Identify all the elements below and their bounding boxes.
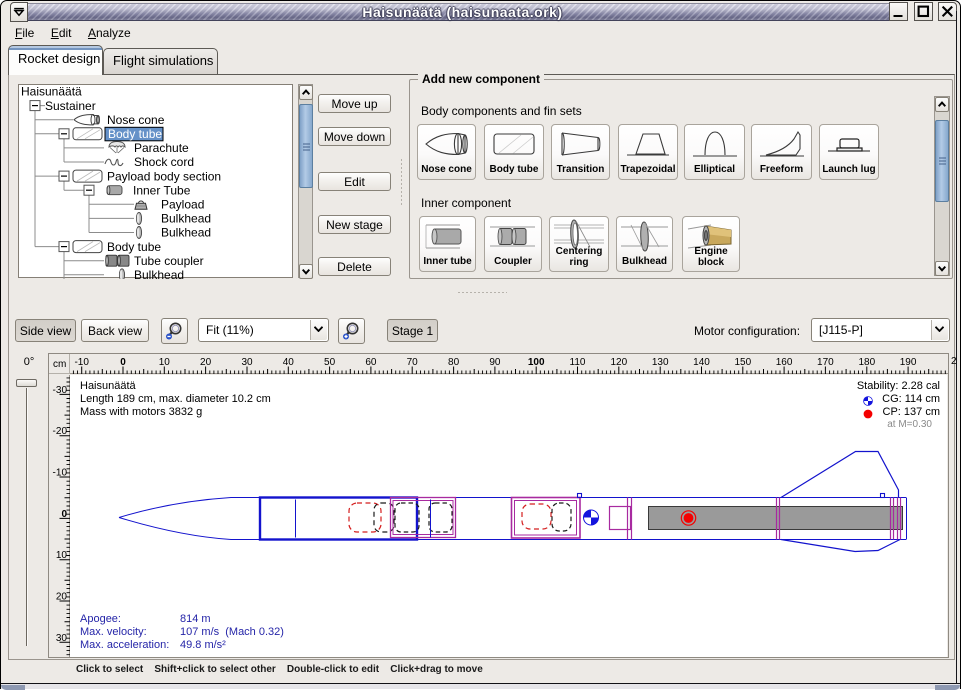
svg-text:180: 180: [858, 357, 875, 368]
svg-text:Shock cord: Shock cord: [134, 155, 194, 169]
svg-text:Payload: Payload: [161, 198, 204, 212]
svg-text:Body tube: Body tube: [107, 240, 161, 254]
svg-text:Body tube: Body tube: [108, 127, 162, 141]
svg-text:Inner Tube: Inner Tube: [133, 183, 191, 197]
svg-text:-20: -20: [53, 426, 68, 437]
svg-text:20: 20: [56, 592, 68, 603]
svg-text:50: 50: [324, 357, 336, 368]
svg-text:170: 170: [817, 357, 834, 368]
svg-text:Bulkhead: Bulkhead: [134, 268, 184, 279]
svg-text:Bulkhead: Bulkhead: [161, 212, 211, 226]
svg-text:60: 60: [365, 357, 377, 368]
svg-text:Tube coupler: Tube coupler: [134, 254, 204, 268]
svg-text:190: 190: [900, 357, 917, 368]
svg-text:Nose cone: Nose cone: [107, 113, 165, 127]
svg-text:140: 140: [693, 357, 710, 368]
svg-text:20: 20: [200, 357, 212, 368]
svg-text:150: 150: [734, 357, 751, 368]
svg-text:10: 10: [159, 357, 171, 368]
svg-text:40: 40: [283, 357, 295, 368]
svg-text:120: 120: [610, 357, 627, 368]
svg-text:-30: -30: [53, 385, 68, 396]
svg-text:0: 0: [120, 357, 126, 368]
svg-text:80: 80: [448, 357, 460, 368]
svg-text:Sustainer: Sustainer: [45, 99, 96, 113]
svg-text:-10: -10: [74, 357, 89, 368]
svg-text:Parachute: Parachute: [134, 141, 189, 155]
svg-text:Bulkhead: Bulkhead: [161, 226, 211, 240]
svg-text:Haisunäätä: Haisunäätä: [21, 85, 82, 99]
svg-text:160: 160: [776, 357, 793, 368]
svg-text:110: 110: [570, 357, 586, 368]
svg-text:Payload body section: Payload body section: [107, 169, 221, 183]
svg-text:10: 10: [56, 550, 68, 561]
svg-text:90: 90: [489, 357, 501, 368]
svg-text:130: 130: [652, 357, 669, 368]
svg-text:100: 100: [528, 357, 545, 368]
svg-text:30: 30: [241, 357, 253, 368]
svg-text:70: 70: [407, 357, 419, 368]
svg-text:0: 0: [61, 509, 67, 520]
svg-text:-10: -10: [53, 468, 68, 479]
svg-text:30: 30: [56, 633, 68, 644]
